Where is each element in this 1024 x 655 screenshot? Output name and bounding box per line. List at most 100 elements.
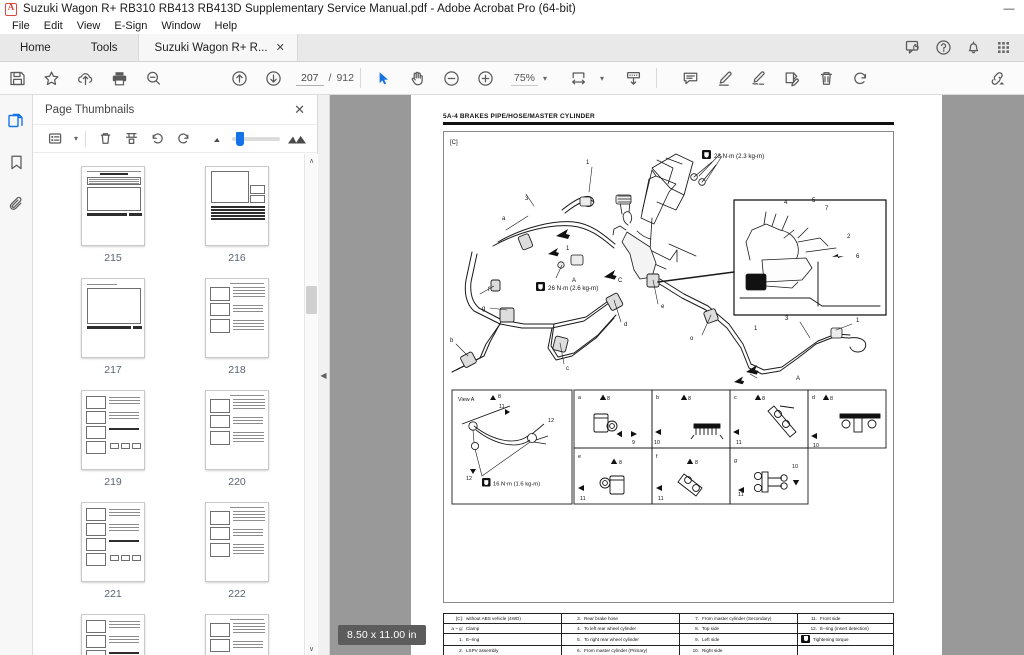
slider-track[interactable] — [232, 131, 280, 146]
thumbnail-item[interactable]: 223 — [51, 614, 175, 655]
menu-view[interactable]: View — [70, 18, 108, 34]
thumbnail-item[interactable]: 216 — [175, 166, 299, 264]
share-link-icon[interactable] — [980, 62, 1014, 94]
thumbnail-item[interactable]: 224 — [175, 614, 299, 655]
fit-page-icon[interactable] — [561, 62, 595, 94]
zoom-level-value[interactable]: 75% — [510, 71, 538, 86]
thumbnails-panel-title: Page Thumbnails — [45, 103, 135, 116]
tab-home[interactable]: Home — [0, 34, 71, 61]
hand-tool-icon[interactable] — [401, 62, 435, 94]
zoom-in-icon[interactable] — [469, 62, 503, 94]
thumbnail-preview[interactable] — [205, 166, 269, 246]
thumbnail-preview[interactable] — [81, 278, 145, 358]
thumbnail-item[interactable]: 219 — [51, 390, 175, 488]
close-icon[interactable]: ✕ — [276, 41, 285, 54]
svg-text:10: 10 — [813, 443, 819, 449]
thumbnail-item[interactable]: 218 — [175, 278, 299, 376]
thumbnails-toolbar: ▾ — [33, 125, 317, 153]
rotate-icon[interactable] — [843, 62, 877, 94]
list-options-icon[interactable] — [43, 128, 67, 150]
menu-file[interactable]: File — [5, 18, 37, 34]
previous-page-icon[interactable] — [222, 62, 256, 94]
tab-tools[interactable]: Tools — [70, 34, 138, 61]
thumbnail-item[interactable]: 221 — [51, 502, 175, 600]
thumbnail-item[interactable]: 217 — [51, 278, 175, 376]
comment-icon[interactable] — [673, 62, 707, 94]
thumbnail-preview[interactable] — [81, 166, 145, 246]
thumbnail-page-number: 217 — [104, 364, 122, 376]
thumbnail-item[interactable]: 215 — [51, 166, 175, 264]
scroll-down-icon[interactable]: ∨ — [305, 642, 318, 655]
chevron-down-icon[interactable]: ▾ — [543, 74, 547, 83]
feedback-icon[interactable] — [900, 35, 926, 61]
save-icon[interactable] — [0, 62, 34, 94]
toolbar-divider-1 — [359, 68, 361, 88]
scrollbar-thumb[interactable] — [306, 286, 317, 314]
thumbnail-item[interactable]: 222 — [175, 502, 299, 600]
thumbnail-preview[interactable] — [81, 390, 145, 470]
svg-text:8: 8 — [619, 460, 622, 466]
bookmarks-icon[interactable] — [3, 149, 29, 175]
thumbnail-preview[interactable] — [81, 502, 145, 582]
thumbnail-page-number: 218 — [228, 364, 246, 376]
svg-text:8: 8 — [762, 396, 765, 402]
search-icon[interactable] — [136, 62, 170, 94]
notification-bell-icon[interactable] — [960, 35, 986, 61]
stamp-icon[interactable] — [775, 62, 809, 94]
page-thumbnails-icon[interactable] — [3, 107, 29, 133]
thumbnail-preview[interactable] — [205, 614, 269, 655]
fit-chevron-down-icon[interactable]: ▾ — [600, 74, 604, 83]
thumbnail-size-slider[interactable] — [212, 131, 307, 146]
current-page-input[interactable]: 207 — [296, 71, 324, 86]
highlight-icon[interactable] — [707, 62, 741, 94]
select-cursor-icon[interactable] — [367, 62, 401, 94]
legend-cell: 11. Front side — [798, 614, 894, 624]
next-page-icon[interactable] — [256, 62, 290, 94]
large-thumbnails-icon[interactable] — [287, 133, 307, 144]
upload-cloud-icon[interactable] — [68, 62, 102, 94]
panel-splitter[interactable]: ◀ — [318, 95, 330, 655]
menu-edit[interactable]: Edit — [37, 18, 70, 34]
apps-grid-icon[interactable] — [990, 35, 1016, 61]
thumbnail-preview[interactable] — [205, 278, 269, 358]
close-icon[interactable]: ✕ — [290, 100, 309, 120]
delete-pages-icon[interactable] — [93, 128, 117, 150]
menu-window[interactable]: Window — [154, 18, 207, 34]
menu-esign[interactable]: E-Sign — [107, 18, 154, 34]
thumbnail-preview[interactable] — [205, 502, 269, 582]
slider-knob[interactable] — [236, 131, 244, 146]
page-scroll-icon[interactable] — [616, 62, 650, 94]
thumbnail-preview[interactable] — [81, 614, 145, 655]
help-icon[interactable] — [930, 35, 956, 61]
draw-freehand-icon[interactable] — [741, 62, 775, 94]
delete-icon[interactable] — [809, 62, 843, 94]
rotate-ccw-icon[interactable] — [145, 128, 169, 150]
small-thumbnails-icon[interactable] — [212, 134, 225, 143]
legend-text: From master cylinder (Secondary) — [702, 615, 772, 621]
page-size-tooltip: 8.50 x 11.00 in — [338, 625, 426, 645]
scroll-up-icon[interactable]: ∧ — [305, 154, 318, 167]
rotate-cw-icon[interactable] — [171, 128, 195, 150]
legend-cell: 7. From master cylinder (Secondary) — [680, 614, 798, 624]
chevron-down-icon[interactable]: ▾ — [74, 134, 78, 143]
thumbnails-scrollbar[interactable]: ∧ ∨ — [304, 154, 317, 655]
svg-text:11: 11 — [736, 440, 742, 446]
star-icon[interactable] — [34, 62, 68, 94]
print-icon[interactable] — [102, 62, 136, 94]
page-navigation: 207 / 912 — [296, 71, 354, 86]
legend-cell: 6. From master cylinder (Primary) — [562, 646, 680, 655]
extract-pages-icon[interactable] — [119, 128, 143, 150]
figure-frame: [C] 1 3 a f g b c d e o 1 A C 1 3 1 A 4 … — [443, 131, 894, 603]
zoom-out-icon[interactable] — [435, 62, 469, 94]
attachments-icon[interactable] — [3, 191, 29, 217]
minimize-button[interactable]: — — [994, 0, 1024, 18]
thumbnail-preview[interactable] — [205, 390, 269, 470]
menu-help[interactable]: Help — [208, 18, 245, 34]
tab-document[interactable]: Suzuki Wagon R+ R... ✕ — [137, 34, 298, 61]
thumbnail-item[interactable]: 220 — [175, 390, 299, 488]
document-view[interactable]: 5A-4 BRAKES PIPE/HOSE/MASTER CYLINDER [C… — [330, 95, 1024, 655]
collapse-panel-icon[interactable]: ◀ — [320, 371, 326, 380]
toolbar-divider-2 — [656, 68, 658, 88]
thumbnails-list[interactable]: 215 216 217 218 219 220 221 222 223224 — [33, 154, 318, 655]
legend-cell: 9. Left side — [680, 633, 798, 647]
